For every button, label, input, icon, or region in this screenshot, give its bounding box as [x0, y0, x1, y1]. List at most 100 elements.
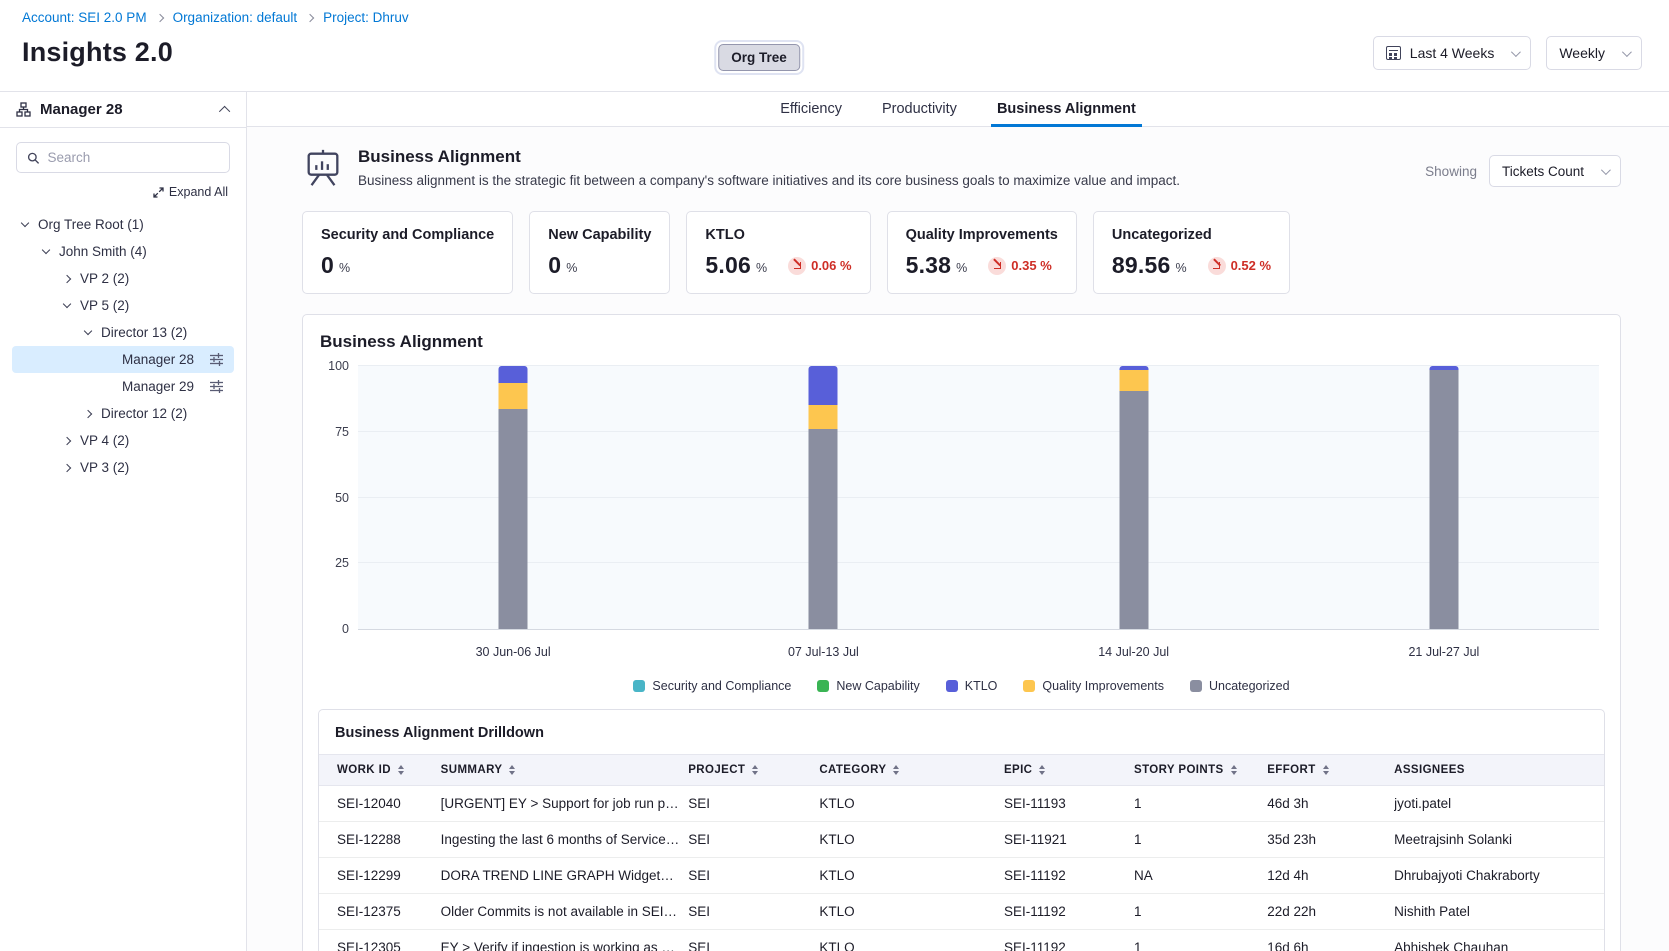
sidebar-item-manager-28[interactable]: Manager 28: [12, 346, 234, 373]
sidebar-item-director-12-2[interactable]: Director 12 (2): [12, 400, 234, 427]
sort-icon[interactable]: [752, 765, 758, 775]
filter-settings-icon[interactable]: [209, 352, 224, 370]
sidebar-item-john-smith-4[interactable]: John Smith (4): [12, 238, 234, 265]
trend-down-icon: [1208, 257, 1226, 275]
legend-item-new-capability[interactable]: New Capability: [817, 679, 919, 693]
sidebar-item-vp-2-2[interactable]: VP 2 (2): [12, 265, 234, 292]
table-row[interactable]: SEI-12299DORA TREND LINE GRAPH Widgets i…: [319, 858, 1604, 894]
column-header-label: Category: [819, 764, 886, 776]
tree-item-label: VP 2 (2): [80, 271, 129, 286]
sort-icon[interactable]: [509, 765, 515, 775]
bar-segment-quality-improvements[interactable]: [809, 405, 838, 429]
stacked-bar-30-jun-06-jul[interactable]: [499, 366, 528, 629]
sidebar-item-vp-3-2[interactable]: VP 3 (2): [12, 454, 234, 481]
cell-summary: DORA TREND LINE GRAPH Widgets is n...: [441, 858, 689, 894]
breadcrumb: Account: SEI 2.0 PM Organization: default…: [22, 10, 1669, 25]
collapse-chevron-icon[interactable]: [219, 105, 230, 116]
sidebar-search: [16, 142, 230, 173]
y-axis-tick-label: 50: [335, 491, 349, 505]
expand-all-link[interactable]: Expand All: [153, 185, 228, 199]
metric-card-title: Security and Compliance: [321, 227, 494, 243]
sort-icon[interactable]: [398, 765, 404, 775]
breadcrumb-link[interactable]: Account: SEI 2.0 PM: [22, 10, 147, 25]
bar-segment-ktlo[interactable]: [499, 366, 528, 383]
column-header-epic[interactable]: Epic: [1004, 755, 1134, 786]
breadcrumb-link[interactable]: Organization: default: [173, 10, 298, 25]
showing-value: Tickets Count: [1502, 164, 1584, 179]
tab-productivity[interactable]: Productivity: [880, 92, 959, 126]
bar-segment-quality-improvements[interactable]: [499, 383, 528, 409]
stacked-bar-21-jul-27-jul[interactable]: [1429, 366, 1458, 629]
org-tree-button[interactable]: Org Tree: [718, 44, 800, 71]
cell-category: KTLO: [819, 786, 1004, 822]
column-header-category[interactable]: Category: [819, 755, 1004, 786]
tree-expand-chevron-icon[interactable]: [63, 463, 71, 471]
table-row[interactable]: SEI-12288Ingesting the last 6 months of …: [319, 822, 1604, 858]
cell-epic: SEI-11921: [1004, 822, 1134, 858]
tree-collapse-chevron-icon[interactable]: [63, 300, 71, 308]
tab-business-alignment[interactable]: Business Alignment: [995, 92, 1138, 126]
sort-icon[interactable]: [1231, 765, 1237, 775]
sidebar-item-org-tree-root-1[interactable]: Org Tree Root (1): [12, 211, 234, 238]
breadcrumb-link[interactable]: Project: Dhruv: [323, 10, 409, 25]
metric-card-value: 0: [321, 252, 334, 279]
column-header-label: Effort: [1267, 764, 1315, 776]
table-row[interactable]: SEI-12305EY > Verify if ingestion is wor…: [319, 930, 1604, 951]
insight-tabs: Efficiency Productivity Business Alignment: [247, 92, 1669, 127]
section-title: Business Alignment: [358, 147, 1180, 167]
sidebar-item-manager-29[interactable]: Manager 29: [12, 373, 234, 400]
tree-collapse-chevron-icon[interactable]: [21, 219, 29, 227]
legend-item-ktlo[interactable]: KTLO: [946, 679, 998, 693]
metric-cards: Security and Compliance0%New Capability0…: [302, 211, 1621, 294]
bar-segment-uncategorized[interactable]: [809, 429, 838, 629]
stacked-bar-07-jul-13-jul[interactable]: [809, 366, 838, 629]
expand-all-icon: [153, 187, 164, 198]
tree-collapse-chevron-icon[interactable]: [84, 327, 92, 335]
legend-item-quality-improvements[interactable]: Quality Improvements: [1023, 679, 1164, 693]
column-header-effort[interactable]: Effort: [1267, 755, 1394, 786]
calendar-icon: [1386, 46, 1401, 60]
tree-collapse-chevron-icon[interactable]: [42, 246, 50, 254]
sidebar-header[interactable]: Manager 28: [0, 92, 246, 128]
bar-segment-quality-improvements[interactable]: [1119, 370, 1148, 391]
column-header-project[interactable]: Project: [688, 755, 819, 786]
chevron-down-icon: [1511, 47, 1521, 57]
column-header-summary[interactable]: Summary: [441, 755, 689, 786]
metric-card-value: 0: [548, 252, 561, 279]
date-range-select[interactable]: Last 4 Weeks: [1373, 36, 1532, 70]
tab-efficiency[interactable]: Efficiency: [778, 92, 844, 126]
sort-icon[interactable]: [893, 765, 899, 775]
sort-icon[interactable]: [1323, 765, 1329, 775]
bar-segment-uncategorized[interactable]: [1429, 370, 1458, 629]
tree-expand-chevron-icon[interactable]: [63, 436, 71, 444]
legend-item-uncategorized[interactable]: Uncategorized: [1190, 679, 1290, 693]
legend-swatch: [633, 680, 645, 692]
filter-settings-icon[interactable]: [209, 379, 224, 397]
legend-item-security-and-compliance[interactable]: Security and Compliance: [633, 679, 791, 693]
cell-work-id: SEI-12305: [319, 930, 441, 951]
column-header-story-points[interactable]: Story Points: [1134, 755, 1267, 786]
table-row[interactable]: SEI-12375Older Commits is not available …: [319, 894, 1604, 930]
stacked-bar-14-jul-20-jul[interactable]: [1119, 366, 1148, 629]
legend-swatch: [1190, 680, 1202, 692]
sort-icon[interactable]: [1039, 765, 1045, 775]
bar-segment-ktlo[interactable]: [809, 366, 838, 405]
search-input[interactable]: [48, 150, 220, 165]
sidebar-item-director-13-2[interactable]: Director 13 (2): [12, 319, 234, 346]
sidebar-item-vp-4-2[interactable]: VP 4 (2): [12, 427, 234, 454]
sidebar-item-vp-5-2[interactable]: VP 5 (2): [12, 292, 234, 319]
showing-select[interactable]: Tickets Count: [1489, 155, 1621, 187]
bar-segment-uncategorized[interactable]: [499, 409, 528, 629]
cell-work-id: SEI-12375: [319, 894, 441, 930]
cell-story-points: 1: [1134, 786, 1267, 822]
bar-segment-uncategorized[interactable]: [1119, 391, 1148, 629]
tree-expand-chevron-icon[interactable]: [63, 274, 71, 282]
metric-card-unit: %: [756, 261, 767, 275]
tree-expand-chevron-icon[interactable]: [84, 409, 92, 417]
column-header-work-id[interactable]: Work ID: [319, 755, 441, 786]
table-row[interactable]: SEI-12040[URGENT] EY > Support for job r…: [319, 786, 1604, 822]
metric-card-unit: %: [339, 261, 350, 275]
interval-select[interactable]: Weekly: [1546, 36, 1642, 70]
cell-effort: 12d 4h: [1267, 858, 1394, 894]
tree-item-label: VP 3 (2): [80, 460, 129, 475]
